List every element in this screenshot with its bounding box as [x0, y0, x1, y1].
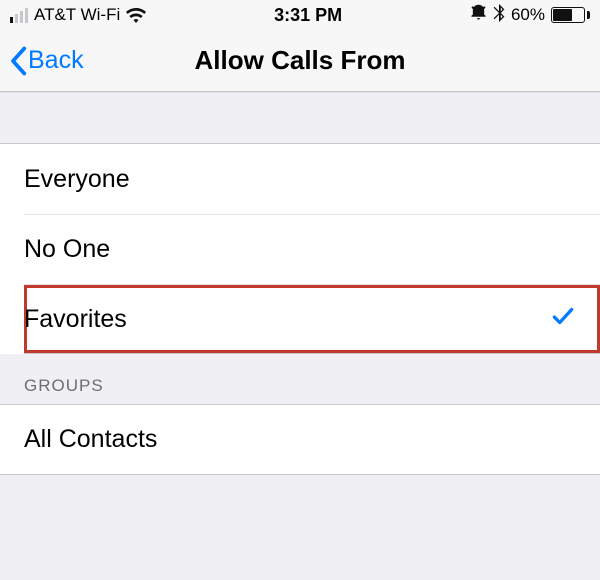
option-everyone[interactable]: Everyone: [0, 144, 600, 214]
battery-percent: 60%: [511, 5, 545, 25]
bluetooth-icon: [493, 4, 505, 27]
checkmark-icon: [550, 303, 576, 336]
options-list: Everyone No One Favorites: [0, 144, 600, 354]
groups-list: All Contacts: [0, 405, 600, 475]
wifi-icon: [126, 8, 146, 23]
chevron-left-icon: [8, 46, 28, 76]
option-label: No One: [24, 235, 110, 264]
option-label: Everyone: [24, 165, 130, 194]
status-bar: AT&T Wi-Fi 3:31 PM 60%: [0, 0, 600, 30]
status-right: 60%: [470, 4, 590, 27]
battery-icon: [551, 7, 590, 23]
cell-signal-icon: [10, 8, 28, 23]
page-title: Allow Calls From: [195, 45, 406, 76]
navigation-bar: Back Allow Calls From: [0, 30, 600, 92]
back-label: Back: [28, 46, 84, 75]
option-favorites[interactable]: Favorites: [24, 284, 600, 354]
option-no-one[interactable]: No One: [24, 214, 600, 284]
status-left: AT&T Wi-Fi: [10, 5, 146, 25]
back-button[interactable]: Back: [8, 30, 84, 91]
alarm-icon: [470, 4, 487, 26]
option-label: All Contacts: [24, 425, 157, 454]
option-all-contacts[interactable]: All Contacts: [0, 405, 600, 475]
option-label: Favorites: [24, 305, 127, 334]
groups-section-header: GROUPS: [0, 354, 600, 405]
status-time: 3:31 PM: [274, 5, 342, 26]
carrier-label: AT&T Wi-Fi: [34, 5, 120, 25]
section-spacer: [0, 92, 600, 144]
